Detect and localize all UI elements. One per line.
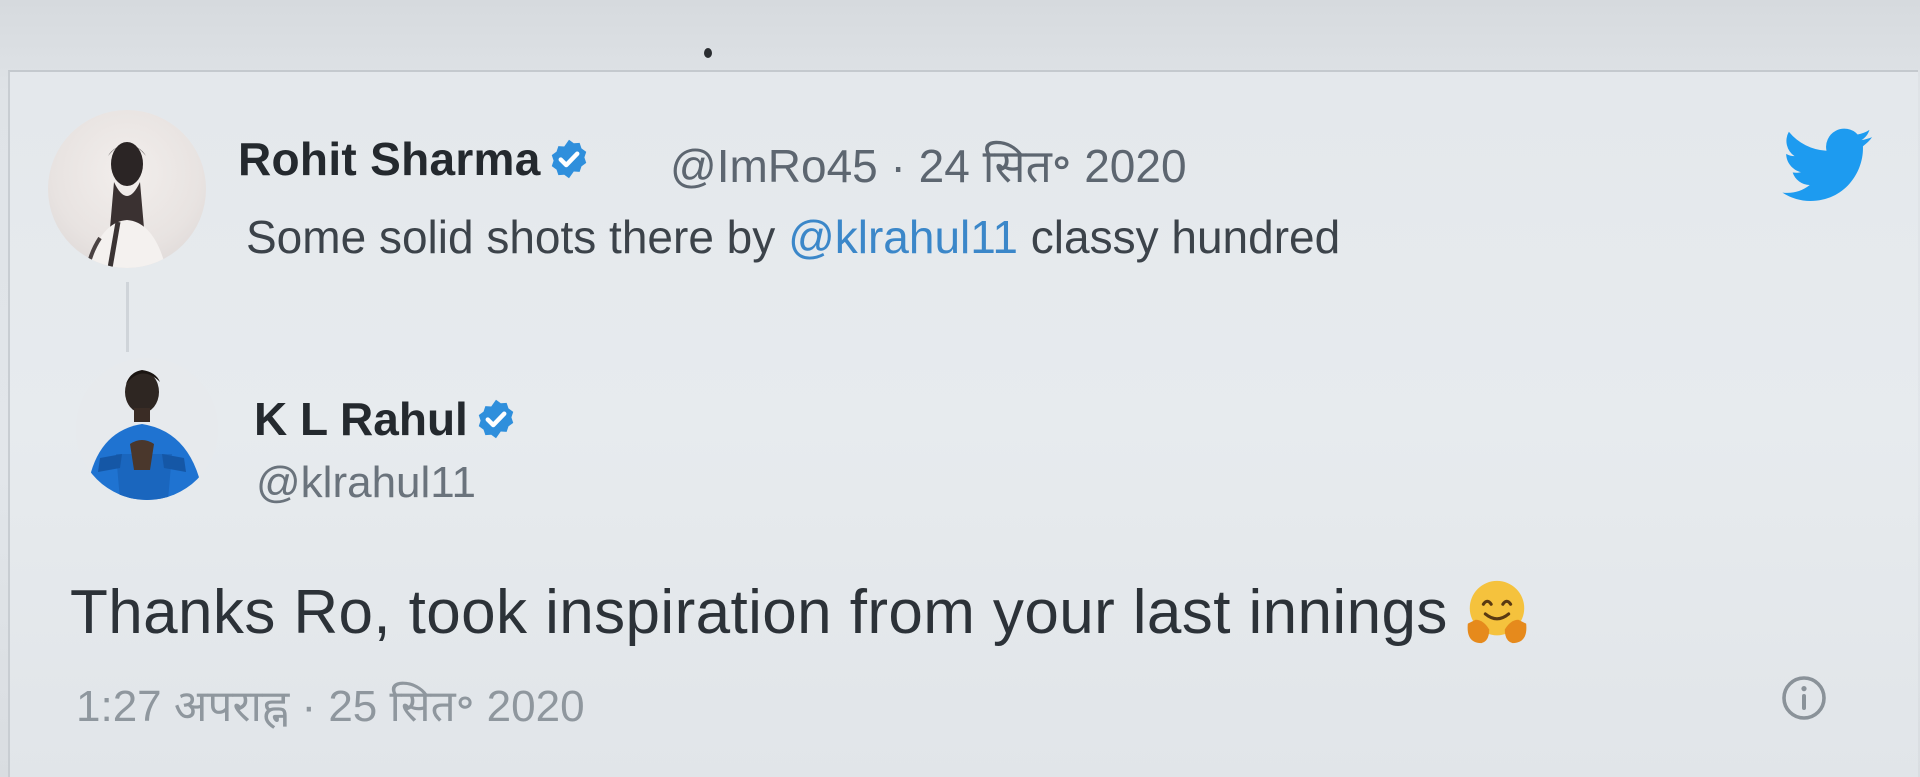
- verified-badge-icon: [478, 399, 514, 439]
- reply-timestamp[interactable]: 1:27 अपराह्न · 25 सित॰ 2020: [76, 674, 585, 734]
- reply-author-name[interactable]: K L Rahul: [254, 392, 518, 446]
- quoted-author-name-text: Rohit Sharma: [238, 133, 541, 185]
- quoted-text-before: Some solid shots there by: [246, 211, 789, 263]
- quoted-author-name[interactable]: Rohit Sharma: [238, 132, 591, 186]
- avatar-kl-rahul[interactable]: [76, 358, 218, 500]
- reply-text-body: Thanks Ro, took inspiration from your la…: [70, 578, 1448, 647]
- avatar-portrait-graphic: [76, 358, 218, 500]
- info-icon[interactable]: [1780, 674, 1828, 722]
- quoted-handle[interactable]: @ImRo45: [670, 140, 878, 192]
- quoted-tweet-text: Some solid shots there by @klrahul11 cla…: [246, 210, 1340, 264]
- avatar-rohit-sharma[interactable]: [48, 110, 206, 268]
- hugging-face-emoji-icon: [1467, 580, 1527, 644]
- reply-tweet-text: Thanks Ro, took inspiration from your la…: [70, 577, 1532, 648]
- twitter-bird-icon[interactable]: [1782, 128, 1874, 204]
- meta-separator: ·: [890, 140, 906, 192]
- quoted-meta: @ImRo45 · 24 सित॰ 2020: [670, 134, 1187, 196]
- avatar-portrait-graphic: [86, 142, 166, 268]
- quoted-date[interactable]: 24 सित॰ 2020: [919, 140, 1187, 192]
- thread-connector-line: [126, 282, 129, 352]
- screen-speck: [704, 48, 712, 58]
- reply-handle[interactable]: @klrahul11: [256, 458, 476, 508]
- verified-badge-icon: [551, 139, 586, 179]
- tweet-embed-card[interactable]: Rohit Sharma @ImRo45 · 24 सित॰ 2020 Some…: [8, 70, 1918, 777]
- quoted-mention-link[interactable]: @klrahul11: [788, 211, 1018, 263]
- reply-author-name-text: K L Rahul: [254, 393, 468, 445]
- quoted-text-after: classy hundred: [1018, 211, 1341, 263]
- screen-photo: Rohit Sharma @ImRo45 · 24 सित॰ 2020 Some…: [0, 0, 1920, 777]
